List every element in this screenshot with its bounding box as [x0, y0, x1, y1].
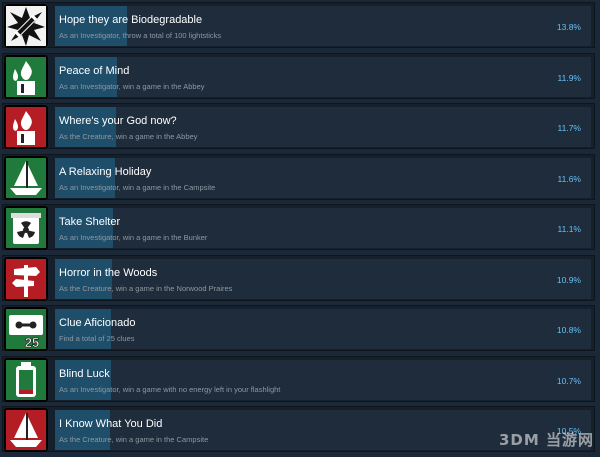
- achievement-title: Horror in the Woods: [59, 266, 158, 279]
- achievement-description: As an Investigator, win a game in the Ca…: [59, 182, 216, 192]
- watermark-logo: 3DM 当游网: [498, 431, 594, 449]
- achievement-title: Where's your God now?: [59, 115, 177, 127]
- sailboat-icon: [4, 155, 48, 200]
- achievement-row[interactable]: Peace of Mind As an Investigator, win a g…: [2, 52, 595, 99]
- achievement-progress-fill: [55, 6, 127, 46]
- achievement-progress-bar: Clue Aficionado Find a total of 25 clues 1…: [55, 309, 591, 349]
- achievement-title: I Know What You Did: [59, 418, 163, 430]
- achievement-description: As an Investigator, win a game in the Ab…: [59, 81, 205, 91]
- achievement-unlock-percent: 10.9%: [556, 274, 581, 285]
- achievement-title: Clue Aficionado: [59, 317, 136, 329]
- achievement-row[interactable]: Blind Luck As an Investigator, win a game…: [2, 355, 595, 402]
- achievement-list: Hope they are Biodegradable As an Investi…: [0, 2, 600, 457]
- achievement-row[interactable]: Take Shelter As an Investigator, win a ga…: [2, 204, 595, 250]
- achievement-unlock-percent: 11.7%: [557, 123, 581, 133]
- achievement-progress-bar: Where's your God now? As the Creature, wi…: [55, 107, 591, 147]
- achievement-row[interactable]: Hope they are Biodegradable As an Investi…: [2, 2, 595, 48]
- achievement-description: As an Investigator, win a game in the Bu…: [59, 233, 208, 242]
- achievement-unlock-percent: 13.8%: [556, 22, 581, 32]
- achievement-progress-fill: [55, 359, 111, 400]
- achievement-progress-fill: [55, 107, 116, 147]
- achievement-progress-bar: Blind Luck As an Investigator, win a game…: [55, 359, 591, 400]
- achievement-description: Find a total of 25 clues: [59, 334, 135, 343]
- candle-flame-icon: [4, 105, 48, 149]
- achievement-progress-bar: A Relaxing Holiday As an Investigator, wi…: [55, 157, 591, 198]
- achievement-unlock-percent: 10.8%: [556, 325, 581, 335]
- achievement-progress-fill: [55, 258, 112, 299]
- achievement-title: Hope they are Biodegradable: [59, 14, 203, 26]
- achievement-progress-fill: [55, 208, 113, 248]
- achievement-title: Peace of Mind: [59, 64, 130, 77]
- achievement-unlock-percent: 10.7%: [556, 375, 581, 386]
- achievement-description: As an Investigator, win a game with no e…: [59, 384, 281, 394]
- lightstick-burst-icon: [4, 4, 48, 48]
- achievement-description: As the Creature, win a game in the Abbey: [59, 132, 198, 141]
- achievement-title: A Relaxing Holiday: [59, 165, 152, 178]
- achievement-row[interactable]: Where's your God now? As the Creature, wi…: [2, 103, 595, 149]
- achievement-title: Blind Luck: [59, 367, 110, 380]
- achievement-progress-bar: Hope they are Biodegradable As an Investi…: [55, 6, 591, 46]
- candle-flame-icon: [4, 54, 48, 99]
- cassette-tape-icon: 25: [4, 307, 48, 351]
- achievement-title: Take Shelter: [59, 216, 121, 228]
- achievement-progress-fill: [55, 56, 117, 97]
- achievement-row[interactable]: Horror in the Woods As the Creature, win …: [2, 254, 595, 301]
- achievement-progress-bar: Take Shelter As an Investigator, win a ga…: [55, 208, 591, 248]
- achievement-description: As the Creature, win a game in the Norwo…: [59, 283, 233, 293]
- achievement-row[interactable]: A Relaxing Holiday As an Investigator, wi…: [2, 153, 595, 200]
- empty-battery-icon: [4, 357, 48, 402]
- signpost-icon: [4, 256, 48, 301]
- achievement-unlock-percent: 11.1%: [557, 224, 581, 234]
- achievement-description: As the Creature, win a game in the Camps…: [59, 435, 209, 444]
- sailboat-icon: [4, 408, 48, 452]
- achievement-unlock-percent: 11.6%: [557, 173, 581, 184]
- achievement-progress-fill: [55, 157, 115, 198]
- achievement-row[interactable]: 25 Clue Aficionado Find a total of 25 clu…: [2, 305, 595, 351]
- achievement-description: As an Investigator, throw a total of 100…: [59, 31, 222, 40]
- achievement-unlock-percent: 11.9%: [557, 72, 581, 83]
- achievement-progress-bar: Peace of Mind As an Investigator, win a g…: [55, 56, 591, 97]
- achievement-progress-fill: [55, 410, 110, 450]
- svg-text:25: 25: [25, 335, 39, 350]
- achievement-progress-fill: [55, 309, 111, 349]
- radiation-barrel-icon: [4, 206, 48, 250]
- achievement-progress-bar: Horror in the Woods As the Creature, win …: [55, 258, 591, 299]
